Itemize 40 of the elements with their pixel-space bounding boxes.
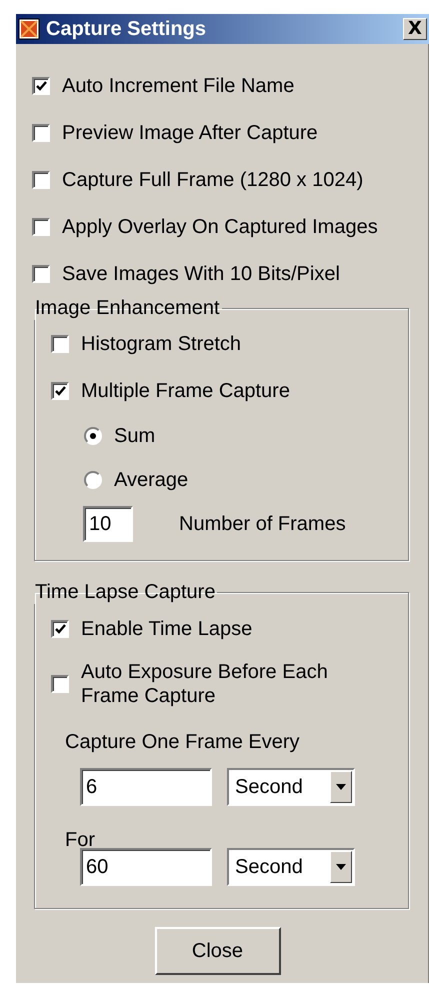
dropdown-arrow-icon	[336, 784, 346, 790]
checkbox[interactable]	[32, 76, 50, 94]
checkbox[interactable]	[51, 675, 69, 693]
radio-button[interactable]	[84, 427, 102, 445]
checkbox-label: Enable Time Lapse	[81, 617, 252, 641]
checkbox-label: Capture Full Frame (1280 x 1024)	[62, 168, 364, 192]
app-icon	[18, 18, 40, 40]
checkbox[interactable]	[51, 620, 69, 638]
checkbox-label: Histogram Stretch	[81, 332, 242, 356]
group-title: Time Lapse Capture	[34, 581, 216, 604]
window-x-button[interactable]: X	[403, 18, 427, 40]
checkmark-icon	[36, 80, 46, 90]
checkbox-label: Multiple Frame Capture	[81, 378, 290, 402]
checkbox[interactable]	[51, 382, 69, 400]
checkbox[interactable]	[32, 218, 50, 236]
checkbox[interactable]	[32, 124, 50, 142]
checkbox-label: Save Images With 10 Bits/Pixel	[62, 262, 340, 286]
field-label: Capture One Frame Every	[65, 730, 300, 754]
checkbox[interactable]	[51, 334, 69, 352]
interval-field[interactable]: 60	[80, 848, 212, 886]
group-title: Image Enhancement	[34, 297, 221, 320]
checkbox[interactable]	[32, 264, 50, 282]
checkbox[interactable]	[32, 170, 50, 188]
unit-dropdown[interactable]: Second	[227, 768, 355, 806]
frames-field[interactable]: 10	[83, 506, 133, 542]
checkmark-icon	[54, 624, 66, 634]
radio-button[interactable]	[84, 471, 102, 489]
unit-dropdown[interactable]: Second	[227, 848, 355, 886]
checkbox-label: Auto Exposure Before Each Frame Capture	[81, 660, 329, 708]
radio-label: Sum	[114, 424, 156, 448]
radio-label: Average	[114, 468, 188, 492]
checkmark-icon	[54, 386, 66, 396]
field-label: Number of Frames	[179, 512, 346, 536]
checkbox-label: Auto Increment File Name	[62, 74, 294, 98]
checkbox-label: Apply Overlay On Captured Images	[62, 214, 378, 238]
interval-field[interactable]: 6	[80, 768, 212, 806]
close-dialog-button[interactable]: Close	[154, 927, 280, 975]
dropdown-arrow-icon	[336, 864, 346, 870]
checkbox-label: Preview Image After Capture	[62, 120, 318, 144]
window-title: Capture Settings	[46, 18, 208, 40]
